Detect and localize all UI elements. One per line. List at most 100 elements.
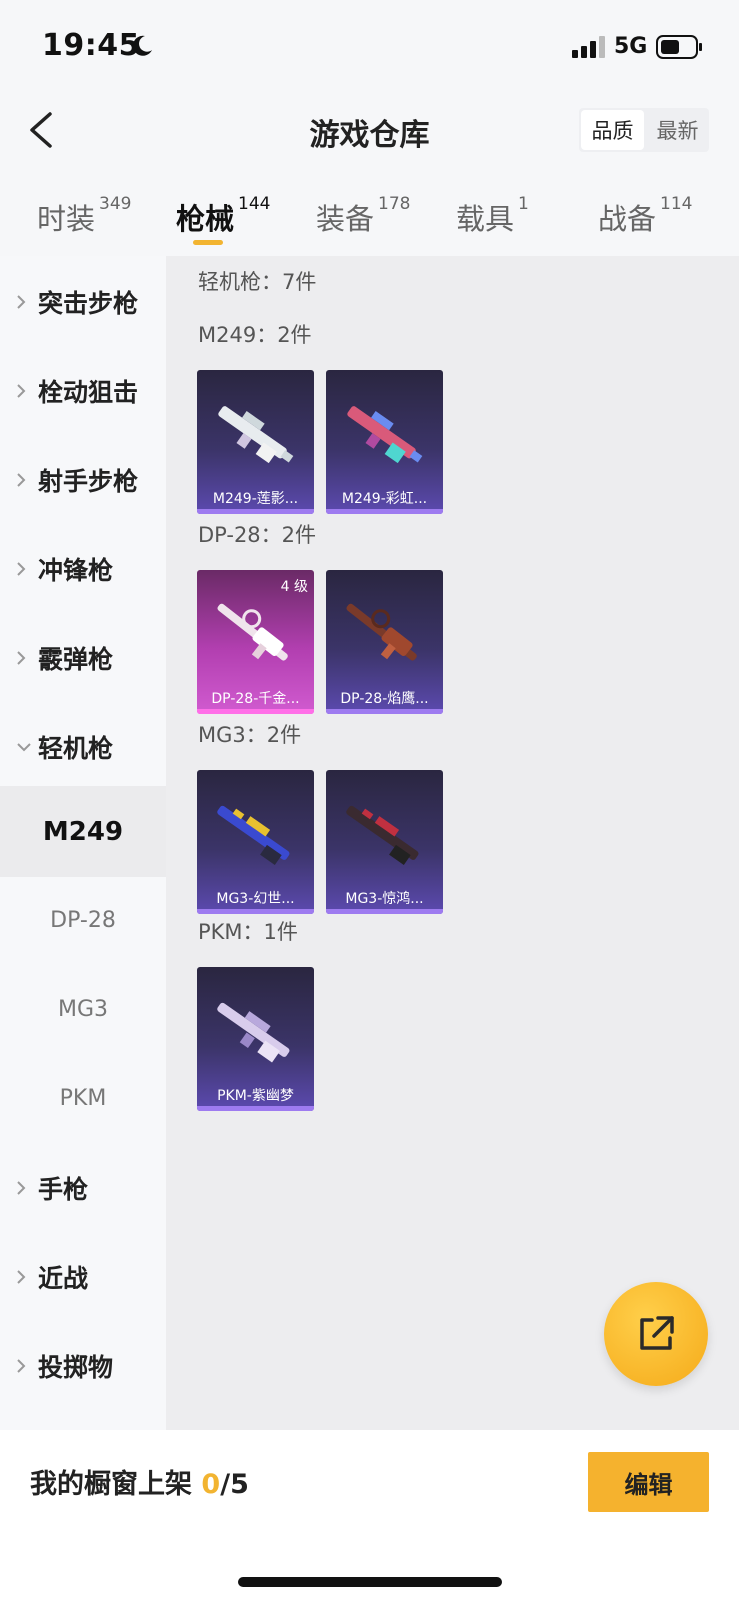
rarity-bar [326,709,443,714]
sidebar-item-pistol[interactable]: 手枪 [0,1142,166,1233]
category-summary: 轻机枪：7件 [198,270,317,294]
content-panel: 轻机枪：7件 M249：2件 M249-莲影... M249-彩虹... DP-… [166,256,739,1430]
chevron-right-icon [16,561,32,577]
sidebar-item-label: 手枪 [38,1174,89,1204]
status-time: 19:45 [42,28,140,63]
sidebar-item-shotgun[interactable]: 霰弹枪 [0,612,166,703]
sidebar-item-label: 投掷物 [38,1352,114,1382]
sidebar-item-label: 霰弹枪 [38,644,114,674]
tab-count: 114 [660,194,693,214]
share-icon [640,1316,674,1350]
sort-newest[interactable]: 最新 [646,108,709,152]
tab-count: 144 [238,194,271,214]
tab-count: 178 [378,194,411,214]
sidebar-item-smg[interactable]: 冲锋枪 [0,523,166,614]
showcase-total: /5 [220,1469,249,1500]
tab-fashion[interactable]: 时装 349 [37,194,132,238]
sidebar: 突击步枪 栓动狙击 射手步枪 冲锋枪 霰弹枪 轻机枪 M249 DP-28 MG… [0,256,166,1430]
tab-vehicles[interactable]: 载具 1 [456,194,529,238]
tab-label: 时装 [37,202,96,236]
sidebar-item-label: 冲锋枪 [38,555,114,585]
mg3-skin-icon [346,805,419,865]
chevron-right-icon [16,1269,32,1285]
nav-bar: 游戏仓库 品质 最新 [0,96,739,166]
item-name: PKM-紫幽梦 [217,1088,294,1104]
item-name: MG3-惊鸿... [345,891,424,907]
m249-skin-icon [347,406,423,464]
tab-label: 枪械 [176,202,235,236]
share-button[interactable] [604,1282,708,1386]
showcase-label: 我的橱窗上架 [30,1469,202,1500]
item-name: DP-28-千金... [211,691,300,707]
chevron-right-icon [16,294,32,310]
item-card[interactable]: M249-莲影... [197,370,314,514]
group-label-m249: M249：2件 [198,323,312,347]
chevron-down-icon [16,742,32,752]
tab-count: 1 [518,194,529,214]
rarity-bar [197,509,314,514]
chevron-right-icon [16,650,32,666]
rarity-bar [326,509,443,514]
dp28-skin-icon [346,603,417,661]
showcase-current: 0 [201,1469,221,1500]
moon-icon [132,35,152,56]
item-card[interactable]: 4 级 DP-28-千金... [197,570,314,714]
sidebar-item-label: 近战 [38,1263,89,1293]
pkm-skin-icon [217,1002,290,1063]
group-label-pkm: PKM：1件 [198,920,298,944]
sidebar-item-bolt-sniper[interactable]: 栓动狙击 [0,345,166,436]
chevron-right-icon [16,1180,32,1196]
category-tabs: 时装 349 枪械 144 装备 178 载具 1 战备 114 [0,180,739,252]
sidebar-item-label: 栓动狙击 [38,377,139,407]
tab-guns[interactable]: 枪械 144 [176,194,271,238]
showcase-status: 我的橱窗上架 0/5 [30,1462,249,1501]
tab-gear[interactable]: 战备 114 [598,194,693,238]
status-bar: 19:45 5G [0,0,739,96]
sidebar-item-throwables[interactable]: 投掷物 [0,1320,166,1411]
item-card[interactable]: PKM-紫幽梦 [197,967,314,1111]
item-card[interactable]: M249-彩虹... [326,370,443,514]
active-tab-indicator [193,240,223,245]
item-name: M249-彩虹... [341,491,428,507]
item-card[interactable]: MG3-惊鸿... [326,770,443,914]
sidebar-item-melee[interactable]: 近战 [0,1231,166,1322]
chevron-right-icon [16,472,32,488]
tab-count: 349 [99,194,132,214]
signal-icon [572,36,605,58]
item-card[interactable]: DP-28-焰鹰... [326,570,443,714]
sidebar-sub-mg3[interactable]: MG3 [0,964,166,1055]
sidebar-item-label: 轻机枪 [38,733,114,763]
sidebar-item-label: 射手步枪 [38,466,139,496]
sort-quality[interactable]: 品质 [581,110,644,150]
tab-equipment[interactable]: 装备 178 [316,194,411,238]
rarity-bar [326,909,443,914]
sidebar-sub-pkm[interactable]: PKM [0,1053,166,1144]
item-name: M249-莲影... [212,491,299,507]
tab-label: 战备 [598,202,657,236]
item-card[interactable]: MG3-幻世... [197,770,314,914]
rarity-bar [197,709,314,714]
battery-icon [656,35,702,59]
sidebar-item-assault-rifle[interactable]: 突击步枪 [0,256,166,347]
chevron-right-icon [16,1358,32,1374]
dp28-skin-icon [217,603,288,661]
mg3-skin-icon [217,805,290,865]
item-name: DP-28-焰鹰... [340,691,429,707]
sidebar-item-lmg[interactable]: 轻机枪 [0,701,166,792]
sort-toggle: 品质 最新 [579,108,709,152]
rarity-bar [197,909,314,914]
sidebar-item-marksman-rifle[interactable]: 射手步枪 [0,434,166,525]
chevron-right-icon [16,383,32,399]
tab-label: 装备 [316,202,375,236]
sidebar-sub-m249[interactable]: M249 [0,786,166,877]
sidebar-sub-dp28[interactable]: DP-28 [0,875,166,966]
m249-skin-icon [218,406,294,464]
network-type: 5G [614,34,648,59]
rarity-bar [197,1106,314,1111]
edit-button[interactable]: 编辑 [588,1452,709,1512]
group-label-mg3: MG3：2件 [198,723,302,747]
item-name: MG3-幻世... [216,891,295,907]
bottom-bar: 我的橱窗上架 0/5 编辑 [0,1430,739,1600]
group-label-dp28: DP-28：2件 [198,523,317,547]
tab-label: 载具 [456,202,515,236]
